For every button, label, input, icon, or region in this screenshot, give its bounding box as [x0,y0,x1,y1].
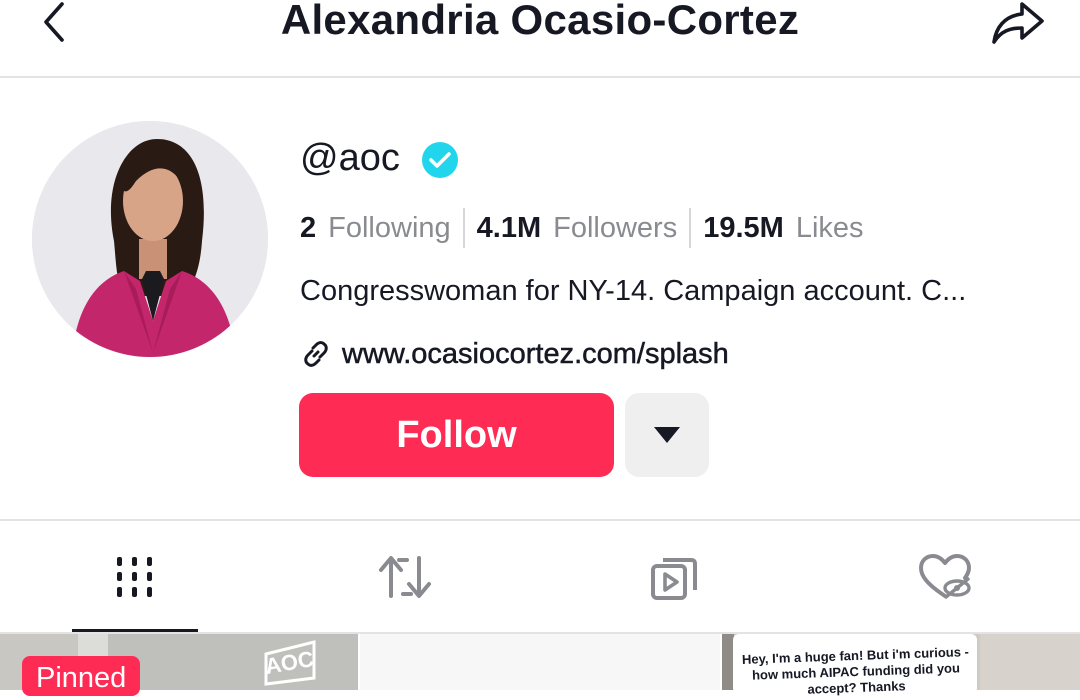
svg-text:AOC: AOC [263,646,316,679]
section-divider [0,519,1080,521]
profile-stats: 2 Following 4.1M Followers 19.5M Likes [300,206,864,250]
repost-icon [379,556,431,598]
profile-photo [32,121,268,357]
share-button[interactable] [988,0,1048,46]
page-title: Alexandria Ocasio-Cortez [280,0,800,43]
followers-label[interactable]: Followers [553,212,677,245]
tab-reposts[interactable] [270,522,540,632]
tab-playlists[interactable] [540,522,810,632]
share-arrow-icon [992,2,1044,44]
follow-button[interactable]: Follow [299,393,614,477]
back-button[interactable] [30,0,76,46]
top-bar: Alexandria Ocasio-Cortez [0,0,1080,78]
followers-count[interactable]: 4.1M [477,212,541,245]
tab-videos[interactable] [0,522,270,632]
stat-divider [462,208,465,248]
more-options-button[interactable] [625,393,709,477]
following-count[interactable]: 2 [300,212,316,245]
profile-link[interactable]: www.ocasiocortez.com/splash [300,333,729,375]
videos-grid-icon [117,557,152,597]
tab-liked[interactable] [810,522,1080,632]
likes-count: 19.5M [703,211,784,244]
link-icon [304,341,328,367]
bio-text[interactable]: Congresswoman for NY-14. Campaign accoun… [300,270,1040,312]
liked-hidden-icon [919,554,971,599]
caret-down-icon [654,427,680,443]
chevron-left-icon [44,2,64,42]
stat-divider [689,208,692,248]
video-thumbnail-2[interactable] [360,634,720,690]
link-url[interactable]: www.ocasiocortez.com/splash [342,337,729,371]
likes-label: Likes [795,211,864,244]
username: @aoc [300,137,400,179]
playlist-icon [651,558,697,600]
aoc-logo: AOC [263,640,316,686]
following-label[interactable]: Following [328,212,451,245]
pinned-badge: Pinned [22,656,141,696]
video-caption: Hey, I'm a huge fan! But i'm curious - h… [741,644,970,697]
avatar[interactable] [32,121,268,357]
verified-badge-icon [422,142,458,178]
